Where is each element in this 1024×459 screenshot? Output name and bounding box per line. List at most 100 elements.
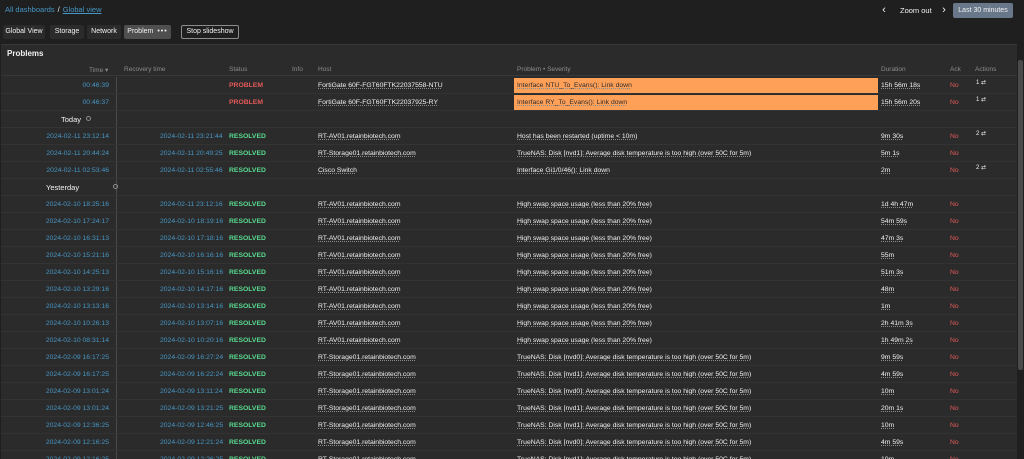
- row-time[interactable]: 2024-02-10 10:26:13: [46, 320, 109, 327]
- chevron-right-icon[interactable]: ›: [938, 4, 950, 16]
- row-time[interactable]: 2024-02-10 16:31:13: [46, 235, 109, 242]
- row-host[interactable]: RT-AV01.retainbiotech.com: [318, 201, 401, 208]
- row-ack[interactable]: No: [950, 405, 959, 412]
- row-ack[interactable]: No: [950, 269, 959, 276]
- row-host[interactable]: FortiGate 60F-FGT60FTK22037558-NTU: [318, 82, 443, 89]
- row-problem[interactable]: High swap space usage (less than 20% fre…: [517, 218, 652, 225]
- row-problem[interactable]: TrueNAS: Disk [nvd0]: Average disk tempe…: [517, 388, 751, 395]
- row-time[interactable]: 2024-02-10 14:25:13: [46, 269, 109, 276]
- scrollbar[interactable]: [1018, 60, 1023, 370]
- row-time[interactable]: 2024-02-11 23:12:14: [46, 133, 109, 140]
- row-host[interactable]: RT-Storage01.retainbiotech.com: [318, 371, 416, 378]
- row-duration[interactable]: 9m 59s: [881, 354, 903, 361]
- row-recovery-time[interactable]: 2024-02-11 02:55:46: [160, 167, 223, 174]
- row-ack[interactable]: No: [950, 150, 959, 157]
- row-host[interactable]: RT-AV01.retainbiotech.com: [318, 133, 401, 140]
- row-problem[interactable]: TrueNAS: Disk [nvd0]: Average disk tempe…: [517, 354, 751, 361]
- row-time[interactable]: 2024-02-11 20:44:24: [46, 150, 109, 157]
- row-duration[interactable]: 15h 56m 20s: [881, 99, 920, 106]
- row-time[interactable]: 2024-02-09 12:36:25: [46, 422, 109, 429]
- row-ack[interactable]: No: [950, 371, 959, 378]
- row-recovery-time[interactable]: 2024-02-09 13:11:24: [160, 388, 223, 395]
- row-ack[interactable]: No: [950, 167, 959, 174]
- row-duration[interactable]: 10m: [881, 388, 894, 395]
- row-problem[interactable]: TrueNAS: Disk [nvd1]: Average disk tempe…: [517, 405, 751, 412]
- row-problem[interactable]: High swap space usage (less than 20% fre…: [517, 303, 652, 310]
- row-host[interactable]: RT-AV01.retainbiotech.com: [318, 320, 401, 327]
- row-actions[interactable]: 2 ⇄: [976, 131, 986, 138]
- row-host[interactable]: RT-AV01.retainbiotech.com: [318, 252, 401, 259]
- row-duration[interactable]: 5m 1s: [881, 150, 900, 157]
- tab-global-view[interactable]: Global View: [3, 25, 45, 39]
- row-duration[interactable]: 1h 49m 2s: [881, 337, 913, 344]
- row-problem[interactable]: Interface RY_To_Evans(): Link down: [517, 99, 627, 106]
- row-ack[interactable]: No: [950, 235, 959, 242]
- row-host[interactable]: RT-Storage01.retainbiotech.com: [318, 439, 416, 446]
- row-problem[interactable]: Interface NTU_To_Evans(): Link down: [517, 82, 632, 89]
- row-problem[interactable]: High swap space usage (less than 20% fre…: [517, 337, 652, 344]
- row-duration[interactable]: 1m: [881, 303, 890, 310]
- row-time[interactable]: 2024-02-10 13:13:16: [46, 303, 109, 310]
- row-recovery-time[interactable]: 2024-02-10 14:17:16: [160, 286, 223, 293]
- row-duration[interactable]: 48m: [881, 286, 894, 293]
- row-actions[interactable]: 2 ⇄: [976, 165, 986, 172]
- row-recovery-time[interactable]: 2024-02-10 13:07:16: [160, 320, 223, 327]
- row-host[interactable]: RT-Storage01.retainbiotech.com: [318, 150, 416, 157]
- row-duration[interactable]: 55m: [881, 252, 894, 259]
- row-time[interactable]: 2024-02-09 16:17:25: [46, 354, 109, 361]
- column-time[interactable]: Time ▾: [89, 66, 108, 74]
- row-ack[interactable]: No: [950, 388, 959, 395]
- stop-slideshow-button[interactable]: Stop slideshow: [181, 25, 239, 39]
- row-problem[interactable]: TrueNAS: Disk [nvd1]: Average disk tempe…: [517, 422, 751, 429]
- row-problem[interactable]: Host has been restarted (uptime < 10m): [517, 133, 637, 140]
- row-ack[interactable]: No: [950, 133, 959, 140]
- tab-problem[interactable]: Problem •••: [124, 25, 171, 39]
- row-recovery-time[interactable]: 2024-02-09 13:21:25: [160, 405, 223, 412]
- row-actions[interactable]: 1 ⇄: [976, 80, 986, 87]
- row-problem[interactable]: High swap space usage (less than 20% fre…: [517, 252, 652, 259]
- row-problem[interactable]: High swap space usage (less than 20% fre…: [517, 320, 652, 327]
- row-recovery-time[interactable]: 2024-02-09 12:46:25: [160, 422, 223, 429]
- row-recovery-time[interactable]: 2024-02-10 13:14:16: [160, 303, 223, 310]
- row-time[interactable]: 2024-02-09 13:01:24: [46, 405, 109, 412]
- zoom-out-button[interactable]: Zoom out: [900, 6, 932, 15]
- row-problem[interactable]: TrueNAS: Disk [nvd0]: Average disk tempe…: [517, 439, 751, 446]
- row-recovery-time[interactable]: 2024-02-10 10:20:16: [160, 337, 223, 344]
- row-time[interactable]: 2024-02-09 16:17:25: [46, 371, 109, 378]
- row-host[interactable]: RT-AV01.retainbiotech.com: [318, 303, 401, 310]
- row-actions[interactable]: 1 ⇄: [976, 97, 986, 104]
- row-duration[interactable]: 20m 1s: [881, 405, 903, 412]
- row-duration[interactable]: 4m 59s: [881, 439, 903, 446]
- row-time[interactable]: 2024-02-09 13:01:24: [46, 388, 109, 395]
- row-time[interactable]: 2024-02-10 17:24:17: [46, 218, 109, 225]
- row-problem[interactable]: Interface Gi1/0/46(): Link down: [517, 167, 610, 174]
- row-duration[interactable]: 4m 59s: [881, 371, 903, 378]
- row-ack[interactable]: No: [950, 303, 959, 310]
- row-ack[interactable]: No: [950, 422, 959, 429]
- row-duration[interactable]: 2h 41m 3s: [881, 320, 913, 327]
- row-duration[interactable]: 51m 3s: [881, 269, 903, 276]
- chevron-left-icon[interactable]: ‹: [878, 4, 890, 16]
- row-ack[interactable]: No: [950, 286, 959, 293]
- row-ack[interactable]: No: [950, 320, 959, 327]
- row-ack[interactable]: No: [950, 99, 959, 106]
- row-host[interactable]: RT-AV01.retainbiotech.com: [318, 286, 401, 293]
- row-problem[interactable]: High swap space usage (less than 20% fre…: [517, 286, 652, 293]
- breadcrumb-all-dashboards[interactable]: All dashboards: [5, 5, 55, 14]
- row-duration[interactable]: 2m: [881, 167, 890, 174]
- row-problem[interactable]: High swap space usage (less than 20% fre…: [517, 269, 652, 276]
- row-ack[interactable]: No: [950, 354, 959, 361]
- row-problem[interactable]: High swap space usage (less than 20% fre…: [517, 235, 652, 242]
- tab-storage[interactable]: Storage: [50, 25, 84, 39]
- row-recovery-time[interactable]: 2024-02-09 12:21:24: [160, 439, 223, 446]
- row-duration[interactable]: 10m: [881, 422, 894, 429]
- row-host[interactable]: Cisco Switch: [318, 167, 357, 174]
- row-recovery-time[interactable]: 2024-02-11 23:21:44: [160, 133, 223, 140]
- row-duration[interactable]: 1d 4h 47m: [881, 201, 913, 208]
- row-recovery-time[interactable]: 2024-02-10 18:19:16: [160, 218, 223, 225]
- row-host[interactable]: FortiGate 60F-FGT60FTK22037925-RY: [318, 99, 438, 106]
- row-host[interactable]: RT-Storage01.retainbiotech.com: [318, 405, 416, 412]
- row-recovery-time[interactable]: 2024-02-10 16:16:16: [160, 252, 223, 259]
- timeframe-button[interactable]: Last 30 minutes: [953, 3, 1013, 18]
- row-problem[interactable]: TrueNAS: Disk [nvd1]: Average disk tempe…: [517, 371, 751, 378]
